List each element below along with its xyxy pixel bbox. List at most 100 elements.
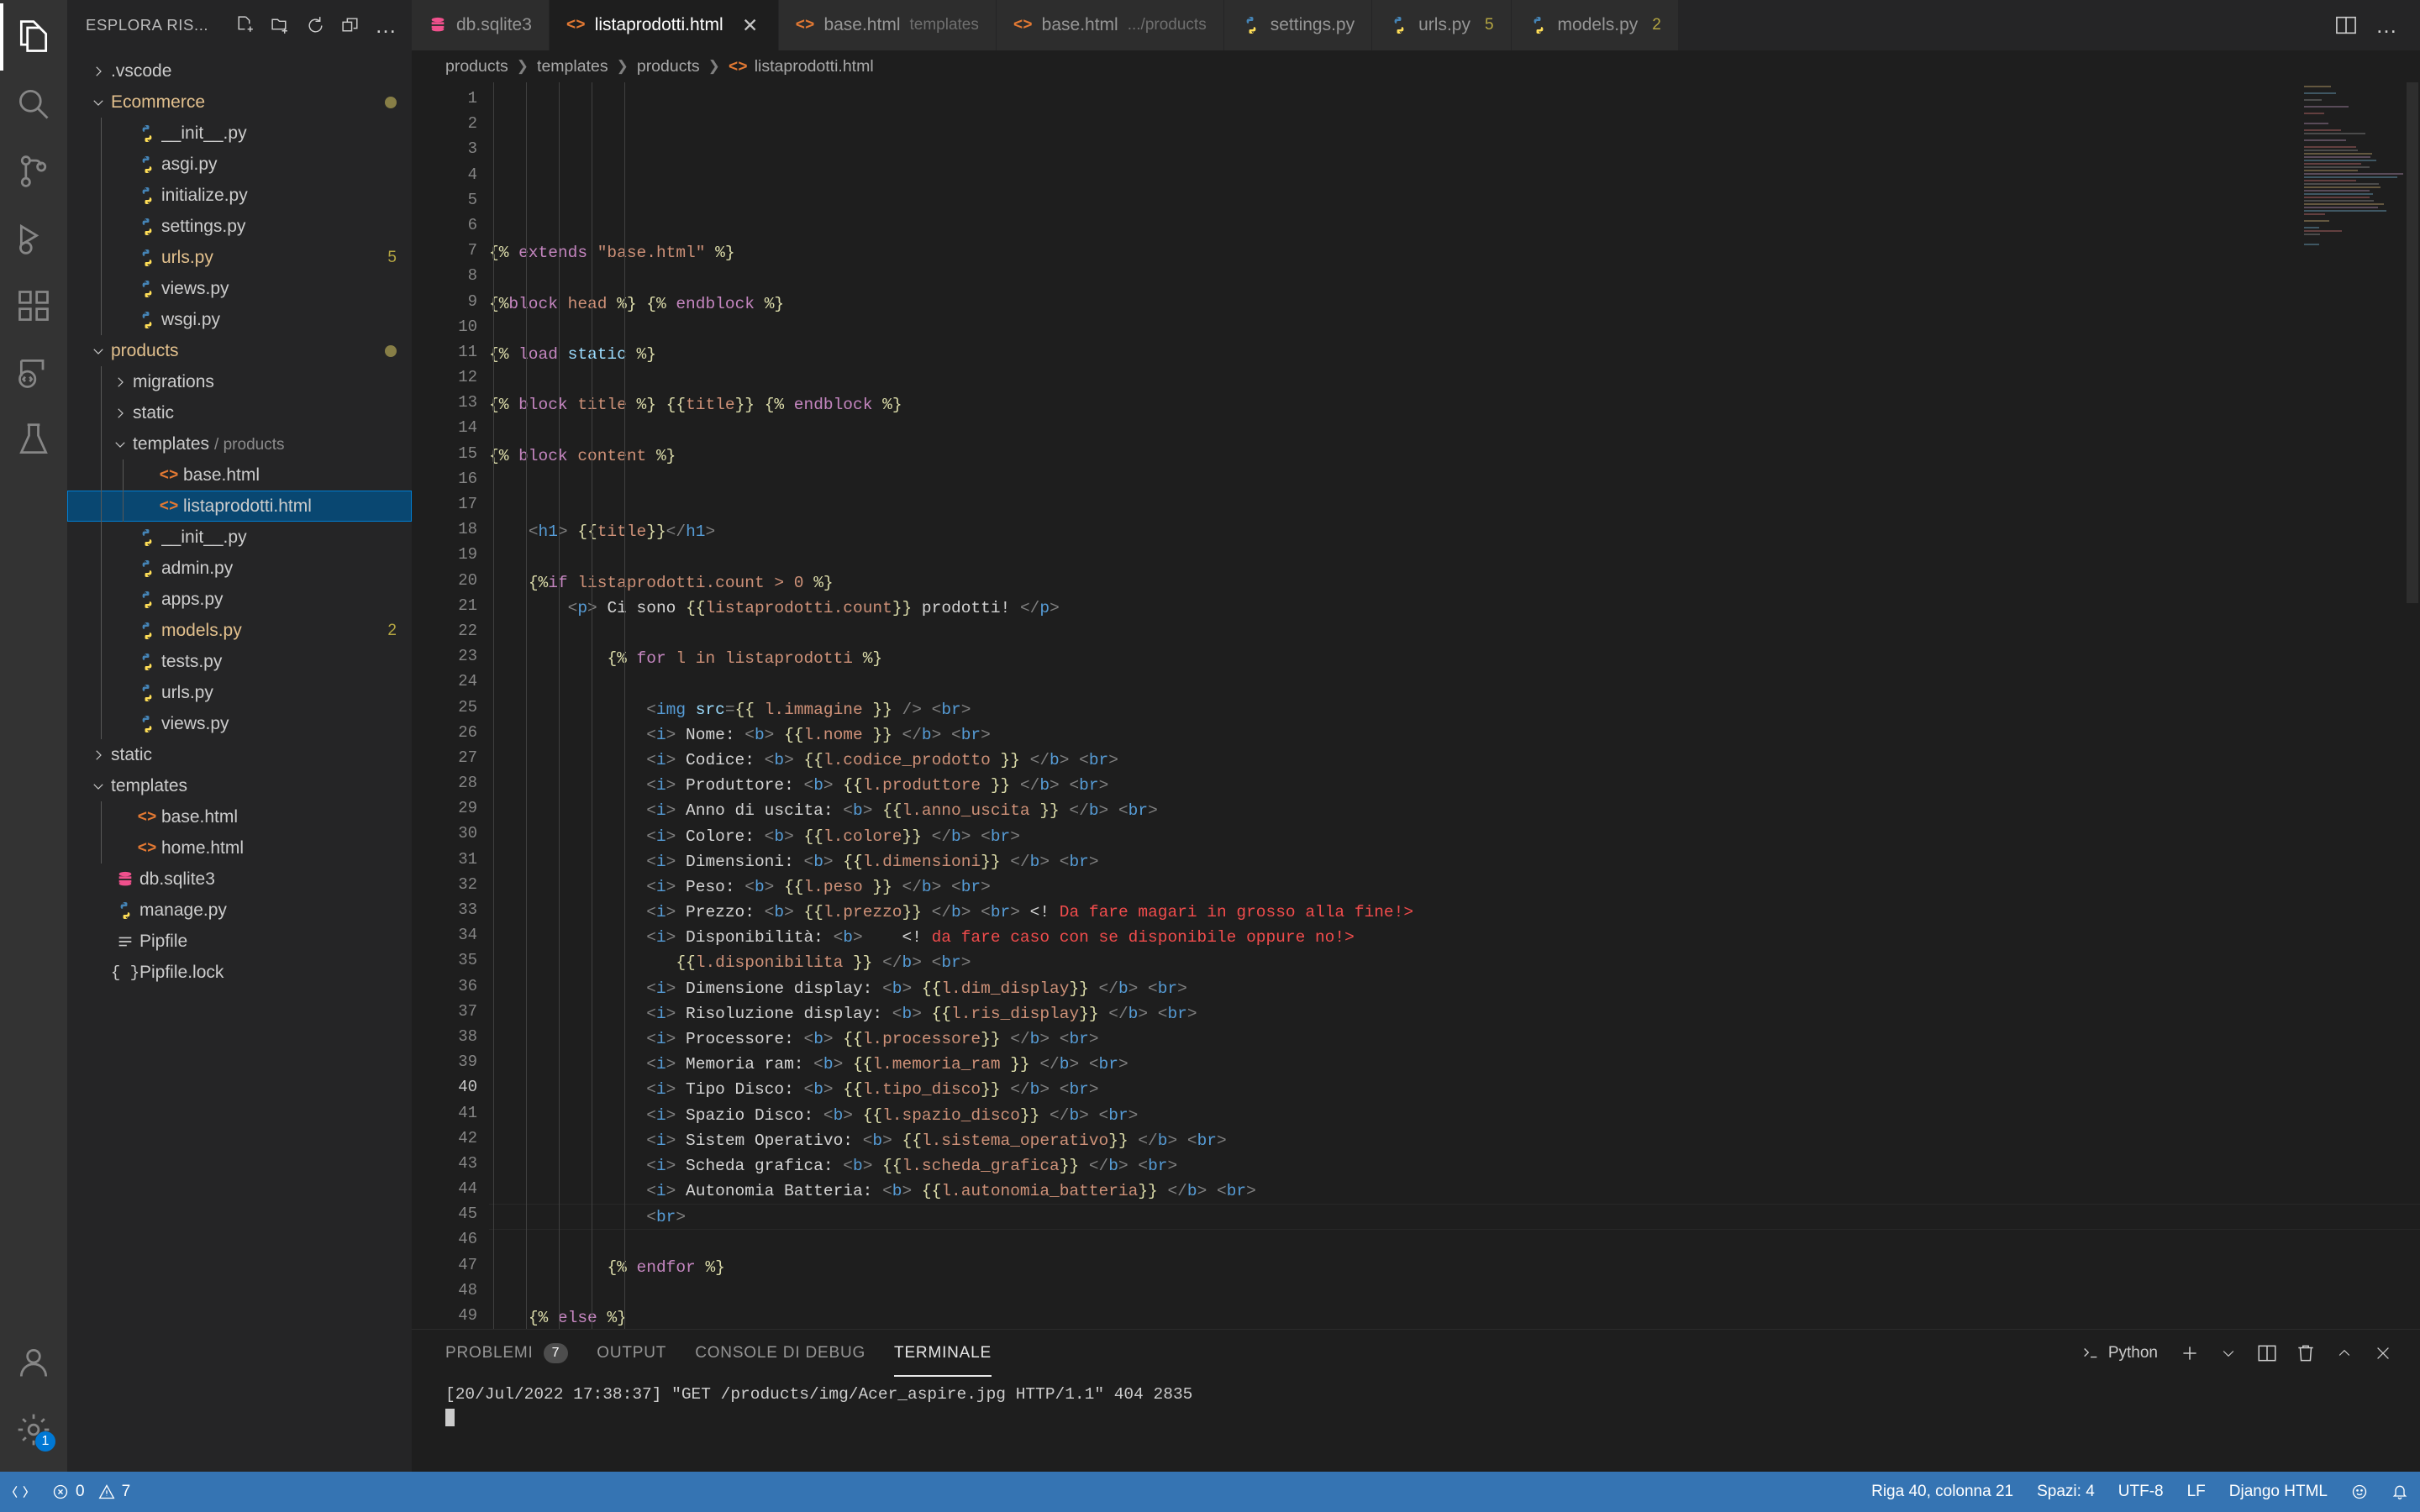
panel-tab-console-di-debug[interactable]: CONSOLE DI DEBUG [695,1330,865,1377]
activity-item-manage[interactable]: 1 [0,1396,67,1463]
feedback-status[interactable] [2339,1472,2380,1512]
activity-item-search[interactable] [0,71,67,138]
breadcrumb-item[interactable]: products [445,57,508,76]
tree-item-twisty[interactable] [86,748,111,763]
tree-item-init-py[interactable]: __init__.py [67,522,412,553]
tree-item-settings-py[interactable]: settings.py [67,211,412,242]
editor-tab-bar: db.sqlite3 <> listaprodotti.html ✕ <> base.ht… [412,0,2420,50]
tree-item-twisty[interactable] [86,779,111,794]
breadcrumb-item[interactable]: templates [537,57,608,76]
editor-tab-db-sqlite3[interactable]: db.sqlite3 [412,0,550,50]
cursor-position-status[interactable]: Riga 40, colonna 21 [1860,1472,2025,1512]
tree-item-urls-py[interactable]: urls.py [67,677,412,708]
tree-item-init-py[interactable]: __init__.py [67,118,412,149]
tree-item-twisty[interactable] [108,437,133,452]
panel-tab-output[interactable]: OUTPUT [597,1330,666,1377]
tree-item-migrations[interactable]: migrations [67,366,412,397]
tree-item-urls-py[interactable]: urls.py 5 [67,242,412,273]
problems-status[interactable]: 0 7 [40,1472,142,1512]
editor-tab-base-html[interactable]: <> base.html .../products [996,0,1224,50]
activity-item-extensions[interactable] [0,272,67,339]
editor-tab-settings-py[interactable]: settings.py [1223,0,1373,50]
eol-status[interactable]: LF [2175,1472,2217,1512]
indentation-status[interactable]: Spazi: 4 [2025,1472,2107,1512]
tree-item-twisty[interactable] [86,95,111,110]
tree-item-ecommerce[interactable]: Ecommerce [67,87,412,118]
tree-item-static[interactable]: static [67,739,412,770]
editor-more-actions-button[interactable]: … [2368,7,2405,44]
tree-item-db-sqlite3[interactable]: db.sqlite3 [67,864,412,895]
code-editor[interactable]: 1 2 3 4 5 6 7 8 9 10 11 12 13 14 15 16 17 18 19 20 21 22 23 24 2… [412,82,2420,1329]
notifications-status[interactable] [2380,1472,2420,1512]
tree-item-pipfile-lock[interactable]: { } Pipfile.lock [67,957,412,988]
tree-item-static[interactable]: static [67,397,412,428]
tree-item-manage-py[interactable]: manage.py [67,895,412,926]
breadcrumb-item[interactable]: <> listaprodotti.html [729,57,874,76]
kill-terminal-button[interactable] [2289,1336,2323,1370]
tab-file-icon [429,16,447,34]
tree-item-listaprodotti-html[interactable]: <> listaprodotti.html [67,491,412,522]
terminal-selector[interactable]: Python [2081,1344,2158,1362]
editor-tab-models-py[interactable]: models.py 2 [1511,0,1679,50]
close-panel-button[interactable] [2366,1336,2400,1370]
terminal-body[interactable]: [20/Jul/2022 17:38:37] "GET /products/im… [412,1377,2420,1472]
panel-tab-terminale[interactable]: TERMINALE [894,1330,992,1377]
tree-item-vscode[interactable]: .vscode [67,55,412,87]
tree-item-twisty[interactable] [86,64,111,79]
remote-host-status[interactable] [0,1472,40,1512]
maximize-panel-button[interactable] [2328,1336,2361,1370]
tab-close-button[interactable]: ✕ [739,14,761,37]
panel-tab-problemi[interactable]: PROBLEMI 7 [445,1330,569,1377]
editor-tab-base-html[interactable]: <> base.html templates [778,0,997,50]
code-token: block [508,396,578,415]
tree-item-base-html[interactable]: <> base.html [67,459,412,491]
tree-item-asgi-py[interactable]: asgi.py [67,149,412,180]
editor-tab-listaprodotti-html[interactable]: <> listaprodotti.html ✕ [549,0,779,50]
activity-item-run-and-debug[interactable] [0,205,67,272]
breadcrumb-item[interactable]: products [637,57,700,76]
tree-item-twisty[interactable] [86,344,111,359]
code-content[interactable]: {% extends "base.html" %} {%block head %… [489,82,2420,1329]
tree-item-views-py[interactable]: views.py [67,273,412,304]
terminal-dropdown-button[interactable] [2212,1336,2245,1370]
code-token: b [921,725,932,744]
language-mode-status[interactable]: Django HTML [2217,1472,2339,1512]
tree-item-templates[interactable]: templates [67,770,412,801]
code-token: < [744,877,755,896]
beaker-icon [19,423,48,454]
refresh-explorer-button[interactable] [297,8,333,43]
split-editor-button[interactable] [2328,7,2365,44]
collapse-folders-button[interactable] [333,8,368,43]
code-token: </ [1029,1055,1060,1074]
tree-item-badge: 5 [387,248,397,266]
editor-tab-urls-py[interactable]: urls.py 5 [1372,0,1512,50]
code-token: b [1029,1030,1040,1048]
tree-item-twisty[interactable] [108,406,133,421]
activity-item-testing[interactable] [0,407,67,474]
tree-item-pipfile[interactable]: Pipfile [67,926,412,957]
new-folder-button[interactable] [262,8,297,43]
activity-item-remote-explorer[interactable] [0,339,67,407]
line-number: 44 [458,1179,477,1199]
explorer-more-actions-button[interactable]: … [368,8,403,43]
split-terminal-button[interactable] [2250,1336,2284,1370]
tree-item-apps-py[interactable]: apps.py [67,584,412,615]
tree-item-home-html[interactable]: <> home.html [67,832,412,864]
new-file-button[interactable] [227,8,262,43]
tree-item-admin-py[interactable]: admin.py [67,553,412,584]
tree-item-initialize-py[interactable]: initialize.py [67,180,412,211]
encoding-status[interactable]: UTF-8 [2107,1472,2175,1512]
activity-item-source-control[interactable] [0,138,67,205]
tree-item-templates[interactable]: templates / products [67,428,412,459]
tree-item-products[interactable]: products [67,335,412,366]
activity-item-accounts[interactable] [0,1329,67,1396]
tree-item-models-py[interactable]: models.py 2 [67,615,412,646]
new-terminal-button[interactable] [2173,1336,2207,1370]
activity-item-explorer[interactable] [0,3,67,71]
tree-item-views-py[interactable]: views.py [67,708,412,739]
tree-item-wsgi-py[interactable]: wsgi.py [67,304,412,335]
tree-item-tests-py[interactable]: tests.py [67,646,412,677]
tree-item-twisty[interactable] [108,375,133,390]
editor-vertical-scrollbar[interactable] [2405,82,2420,1329]
tree-item-base-html[interactable]: <> base.html [67,801,412,832]
